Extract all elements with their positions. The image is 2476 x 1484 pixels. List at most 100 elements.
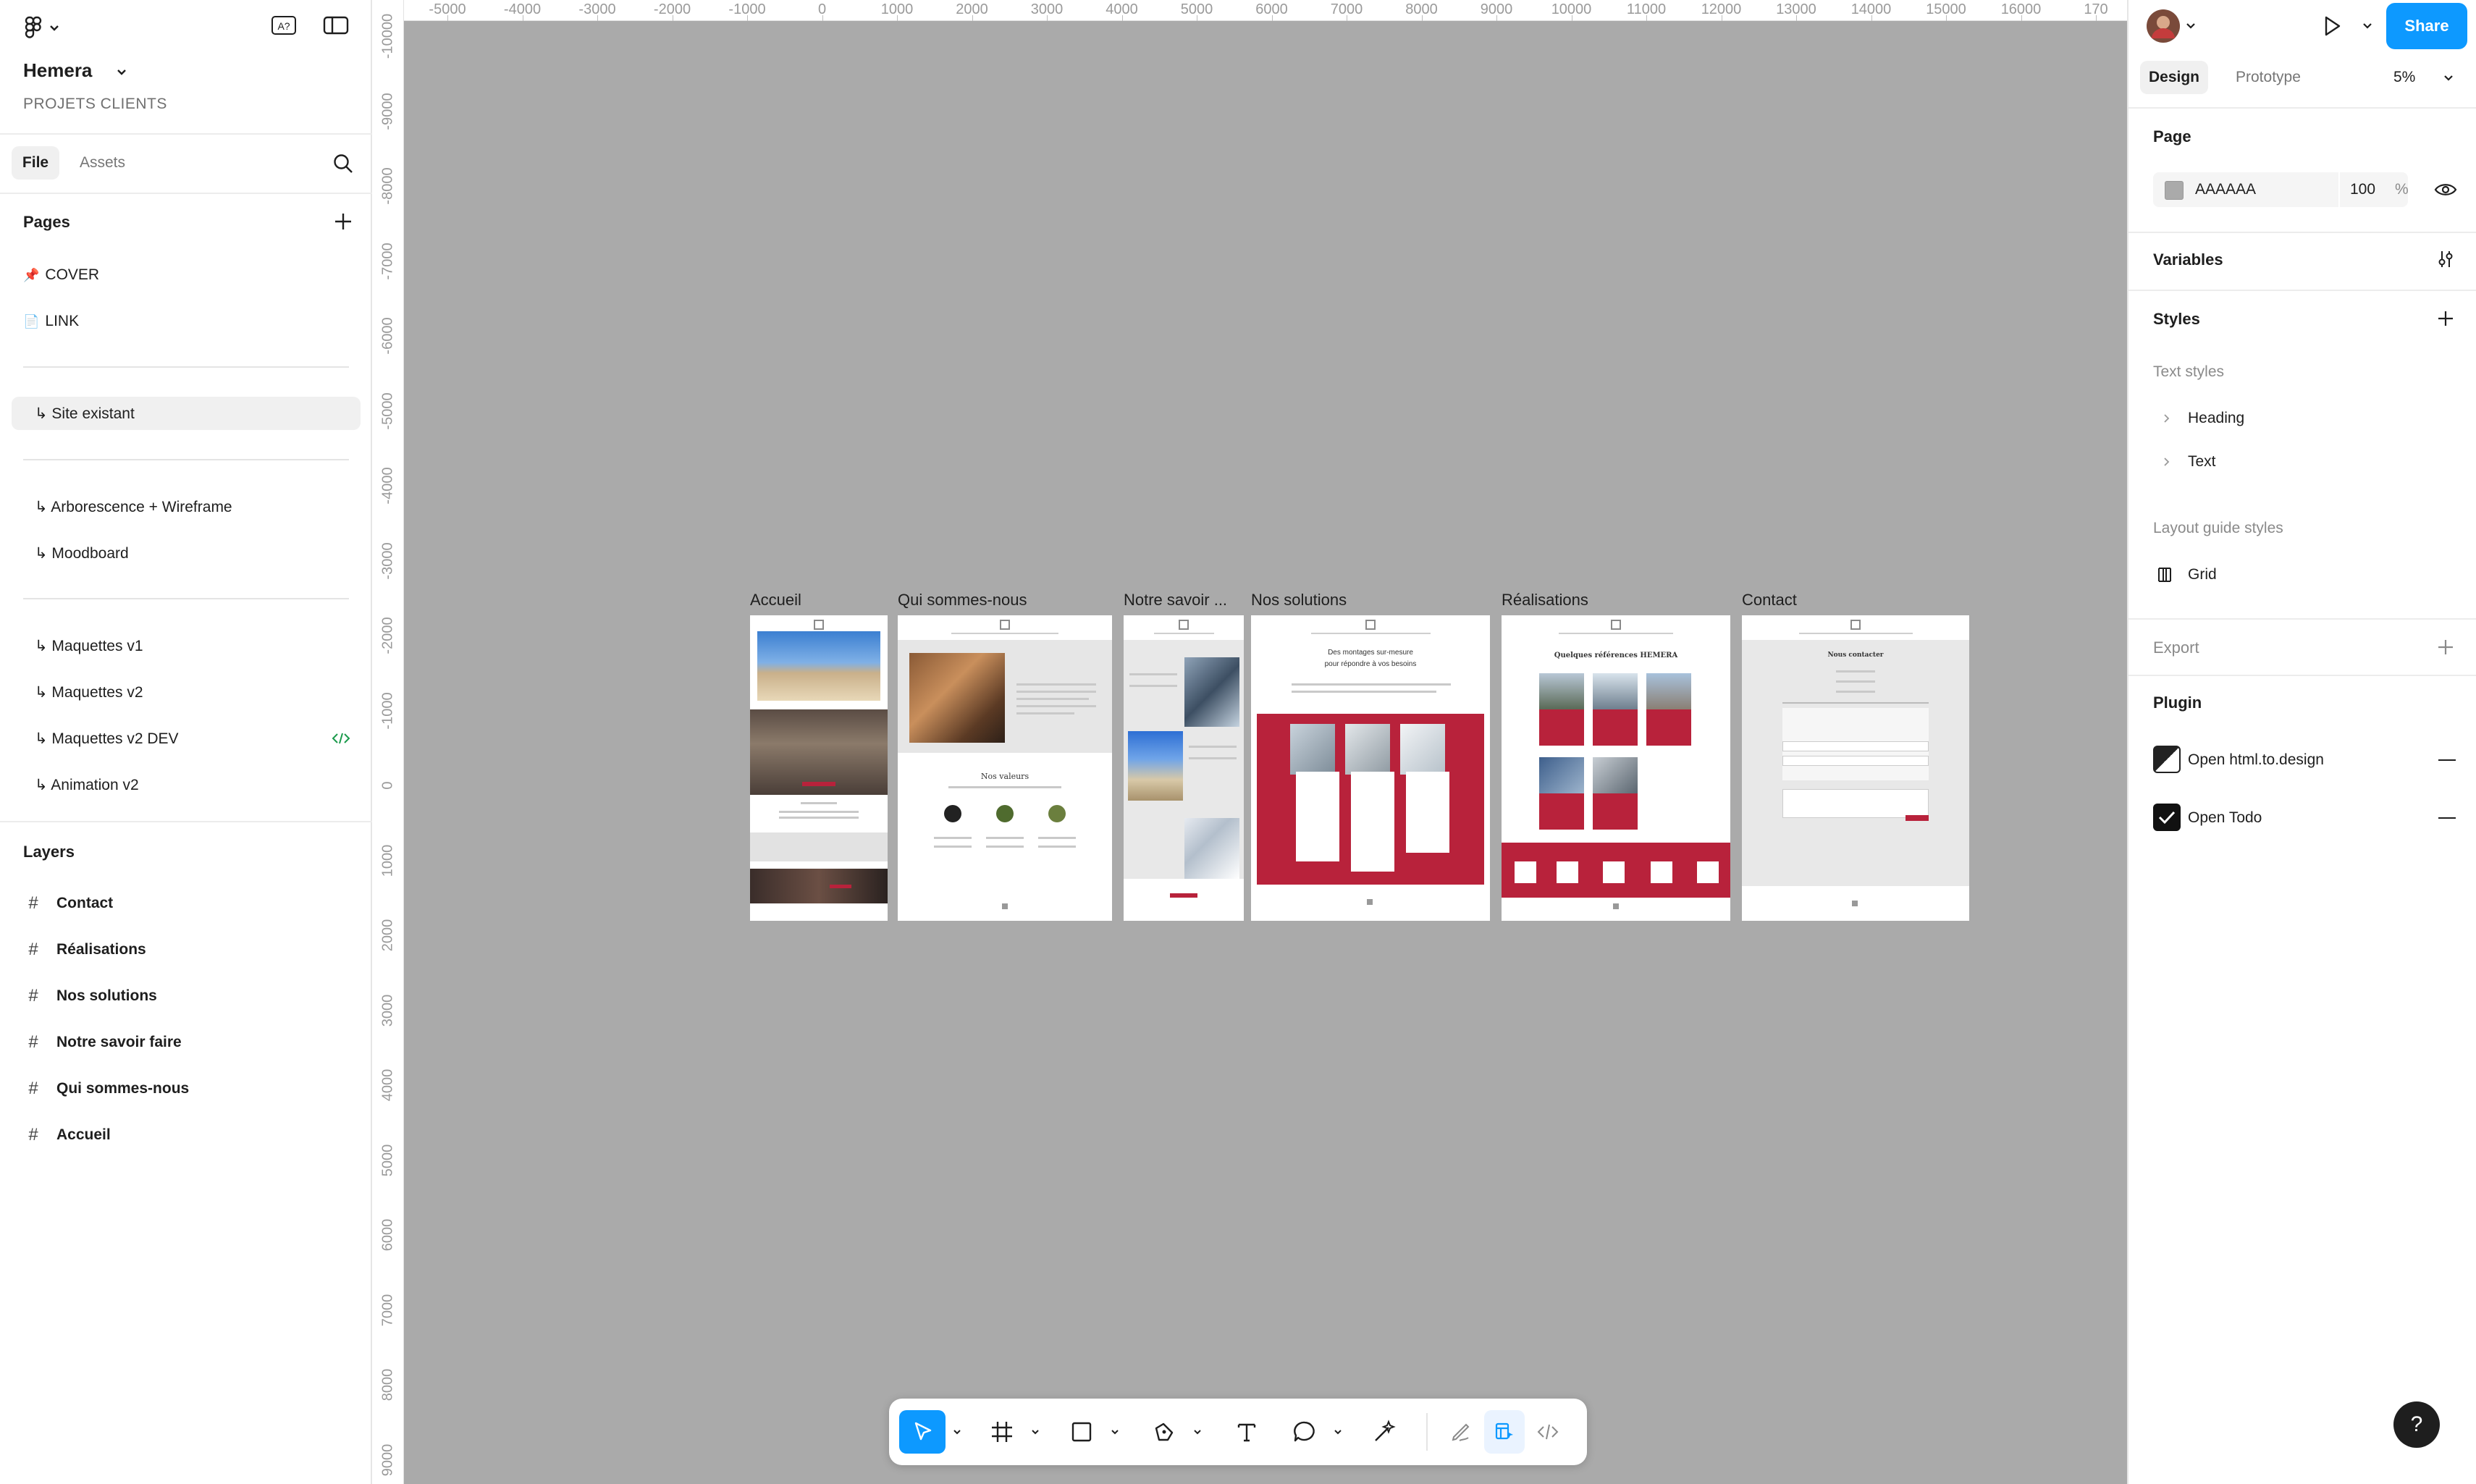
frame-nos-solutions[interactable]: Des montages sur-mesure pour répondre à …	[1251, 615, 1490, 921]
layout-guide-label: Layout guide styles	[2153, 520, 2283, 536]
chevron-down-icon[interactable]	[114, 65, 129, 80]
text-style-text[interactable]: Text	[2188, 453, 2216, 471]
page-item-arborescence[interactable]: ↳ Arborescence + Wireframe	[35, 492, 232, 521]
tab-design[interactable]: Design	[2140, 61, 2208, 94]
add-page-icon[interactable]	[330, 208, 356, 235]
rectangle-tool-button[interactable]	[1060, 1410, 1103, 1454]
zoom-level[interactable]: 5%	[2393, 61, 2415, 94]
chevron-right-icon[interactable]	[2160, 411, 2172, 426]
page-item-animation-v2[interactable]: ↳ Animation v2	[35, 770, 139, 799]
page-item-cover[interactable]: 📌 COVER	[23, 261, 99, 290]
page-item-maquettes-v2[interactable]: ↳ Maquettes v2	[35, 678, 143, 707]
text-line	[1189, 757, 1237, 759]
chevron-down-icon[interactable]	[2360, 19, 2375, 33]
layer-contact[interactable]: # Contact	[26, 889, 113, 918]
tab-file[interactable]: File	[12, 146, 59, 180]
frame-label-nos-solutions[interactable]: Nos solutions	[1251, 591, 1483, 610]
page-item-site-existant[interactable]: ↳ Site existant	[12, 397, 361, 430]
help-button[interactable]: ?	[2393, 1401, 2440, 1448]
cursor-arrow-icon	[914, 1422, 932, 1441]
page-color-value[interactable]: AAAAAA	[2195, 181, 2256, 198]
frame-label-accueil[interactable]: Accueil	[750, 591, 888, 610]
text-line	[1016, 683, 1096, 686]
ruler-left: -10000 -9000 -8000 -7000 -6000 -5000 -4000 -300…	[372, 0, 404, 1484]
frame-qui-sommes-nous[interactable]: Nos valeurs	[898, 615, 1112, 921]
file-name[interactable]: Hemera	[23, 59, 92, 82]
move-tool-dropdown[interactable]	[948, 1410, 966, 1454]
chevron-right-icon[interactable]	[2160, 455, 2172, 469]
frame-tool-dropdown[interactable]	[1027, 1410, 1044, 1454]
avatar[interactable]	[2144, 7, 2182, 45]
comment-tool-dropdown[interactable]	[1329, 1410, 1347, 1454]
project-image	[1539, 673, 1584, 709]
code-dev-icon	[330, 730, 352, 747]
ruler-tick-label: 9000	[379, 1443, 396, 1476]
shape-tool-dropdown[interactable]	[1106, 1410, 1124, 1454]
page-item-maquettes-v1[interactable]: ↳ Maquettes v1	[35, 631, 143, 660]
ui3-toggle-button[interactable]: A?	[269, 14, 298, 36]
frame-contact[interactable]: Nous contacter	[1742, 615, 1969, 921]
ruler-top: -5000 -4000 -3000 -2000 -1000 0 1000 2000 3000 40…	[372, 0, 2127, 21]
draw-mode-button[interactable]	[1441, 1410, 1481, 1454]
move-tool-button[interactable]	[899, 1410, 946, 1454]
sidebar-toggle-button[interactable]	[321, 14, 350, 36]
project-image	[1593, 757, 1638, 793]
layer-qui-sommes-nous[interactable]: # Qui sommes-nous	[26, 1074, 189, 1103]
add-export-icon[interactable]	[2433, 634, 2459, 660]
frame-tool-button[interactable]	[980, 1410, 1024, 1454]
text-tool-button[interactable]	[1225, 1410, 1268, 1454]
page-color-swatch[interactable]	[2165, 181, 2184, 200]
text-line	[779, 817, 859, 819]
remove-plugin-icon[interactable]	[2438, 759, 2456, 761]
design-mode-button[interactable]	[1484, 1410, 1525, 1454]
chevron-down-icon[interactable]	[2441, 71, 2456, 85]
search-icon[interactable]	[330, 151, 356, 177]
layer-realisations[interactable]: # Réalisations	[26, 935, 146, 964]
sparkle-ai-icon	[1375, 1420, 1396, 1441]
pen-tool-button[interactable]	[1142, 1410, 1186, 1454]
page-item-maquettes-v2-dev[interactable]: ↳ Maquettes v2 DEV	[35, 724, 179, 753]
left-panel: A? Hemera PROJETS CLIENTS File Assets Pa…	[0, 0, 372, 1484]
dev-mode-button[interactable]	[1528, 1410, 1568, 1454]
frame-icon: #	[28, 893, 38, 913]
frame-accueil[interactable]	[750, 615, 888, 921]
frame-label-qui-sommes-nous[interactable]: Qui sommes-nous	[898, 591, 1108, 610]
tab-assets[interactable]: Assets	[80, 146, 125, 180]
footer-logo	[1613, 903, 1619, 909]
layer-label: Accueil	[56, 1126, 111, 1143]
frame-realisations[interactable]: Quelques références HEMERA	[1502, 615, 1730, 921]
page-item-link[interactable]: 📄 LINK	[23, 307, 79, 336]
frame-label-notre-savoir[interactable]: Notre savoir ...	[1124, 591, 1244, 610]
present-play-icon[interactable]	[2318, 12, 2347, 41]
frame-label-contact[interactable]: Contact	[1742, 591, 1959, 610]
plugin-open-todo[interactable]: Open Todo	[2188, 809, 2262, 827]
project-name[interactable]: PROJETS CLIENTS	[23, 96, 167, 113]
pen-tool-dropdown[interactable]	[1189, 1410, 1206, 1454]
text-line	[986, 846, 1024, 848]
plugin-html-to-design[interactable]: Open html.to.design	[2188, 751, 2324, 769]
chevron-down-icon[interactable]	[2184, 19, 2198, 33]
layer-nos-solutions[interactable]: # Nos solutions	[26, 982, 157, 1011]
share-button[interactable]: Share	[2386, 3, 2467, 49]
layer-notre-savoir-faire[interactable]: # Notre savoir faire	[26, 1028, 181, 1057]
page-item-moodboard[interactable]: ↳ Moodboard	[35, 539, 129, 568]
eye-icon[interactable]	[2433, 177, 2459, 203]
frame-notre-savoir-faire[interactable]	[1124, 615, 1244, 921]
text-style-heading[interactable]: Heading	[2188, 410, 2244, 427]
page-opacity-value[interactable]: 100	[2350, 181, 2375, 198]
canvas[interactable]: -5000 -4000 -3000 -2000 -1000 0 1000 2000 3000 40…	[372, 0, 2127, 1484]
frame-label-realisations[interactable]: Réalisations	[1502, 591, 1726, 610]
actions-ai-button[interactable]	[1363, 1410, 1406, 1454]
main-menu-button[interactable]	[22, 14, 65, 41]
ruler-tick-label: 7000	[379, 1294, 396, 1326]
solution-card	[1296, 772, 1339, 861]
add-style-icon[interactable]	[2433, 305, 2459, 332]
tab-prototype[interactable]: Prototype	[2236, 61, 2301, 94]
layer-accueil[interactable]: # Accueil	[26, 1121, 111, 1150]
frame-hash-icon	[992, 1422, 1012, 1442]
variables-settings-icon[interactable]	[2433, 246, 2459, 272]
comment-tool-button[interactable]	[1283, 1410, 1326, 1454]
remove-plugin-icon[interactable]	[2438, 817, 2456, 819]
grid-style[interactable]: Grid	[2188, 566, 2217, 583]
mock-solutions-subtitle: pour répondre à vos besoins	[1324, 660, 1417, 668]
